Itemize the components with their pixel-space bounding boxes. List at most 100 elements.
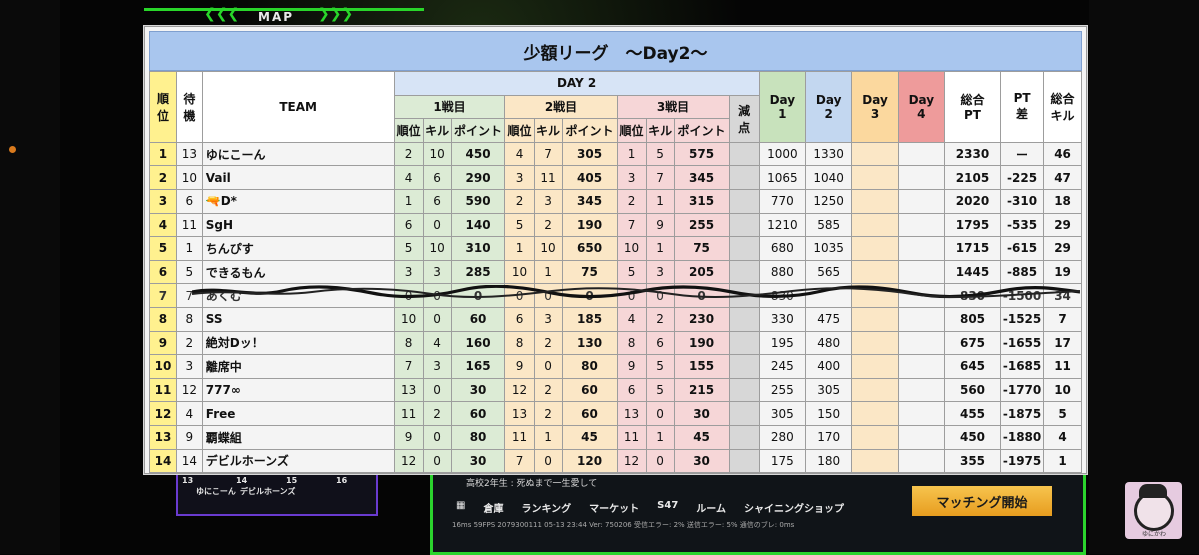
table-row: 6 5 できるもん 3 3 285 10 1 75 5 3 205 880 565 1445 -885 19 — [149, 259, 1082, 285]
cell-day2: 1040 — [805, 165, 853, 190]
cell-total-kill: 10 — [1043, 377, 1082, 403]
header-day: DAY 2 — [393, 71, 760, 96]
scoreboard-title: 少額リーグ 〜Day2〜 — [149, 31, 1082, 71]
menu-grid-icon[interactable]: ▦ — [456, 500, 465, 515]
cell-total-pt: 645 — [943, 354, 1002, 379]
cell-g3-kill: 1 — [645, 236, 675, 261]
cell-g2-kill: 1 — [533, 424, 563, 450]
menu-item-market[interactable]: マーケット — [589, 500, 639, 515]
cell-day2: 480 — [805, 330, 853, 356]
cell-g3-point: 255 — [673, 212, 730, 238]
cell-g3-rank: 13 — [616, 401, 647, 426]
sub-point: ポイント — [450, 118, 506, 143]
cell-total-kill: 34 — [1043, 283, 1082, 308]
cell-total-kill: 5 — [1043, 401, 1082, 426]
team-slot-num: 16 — [336, 476, 348, 485]
cell-wait: 13 — [175, 141, 203, 167]
cell-g3-kill: 0 — [645, 283, 675, 308]
cell-penalty — [728, 330, 760, 356]
cell-g3-rank: 4 — [616, 306, 647, 332]
cell-penalty — [728, 377, 760, 403]
cell-g3-rank: 8 — [616, 330, 647, 356]
team-slot-name[interactable]: ゆにこーん — [196, 486, 236, 497]
cell-total-pt: 450 — [943, 424, 1002, 450]
cell-g3-point: 30 — [673, 448, 730, 474]
cell-g2-rank: 0 — [504, 283, 535, 308]
cell-g1-point: 140 — [450, 212, 506, 238]
header-day2: Day 2 — [805, 71, 853, 143]
cell-day3 — [851, 141, 899, 167]
cell-wait: 4 — [175, 401, 203, 426]
header-game1: 1戦目 — [393, 94, 506, 120]
cell-g3-point: 75 — [673, 236, 730, 261]
cell-total-pt: 560 — [943, 377, 1002, 403]
cell-g1-kill: 0 — [422, 448, 452, 474]
cell-day4 — [897, 424, 946, 450]
menu-item-shop[interactable]: シャイニングショップ — [744, 500, 844, 515]
cell-pt-diff: -1875 — [1000, 401, 1045, 426]
cell-g2-kill: 11 — [533, 165, 563, 190]
cell-total-pt: 675 — [943, 330, 1002, 356]
cell-g1-point: 310 — [450, 236, 506, 261]
cell-rank: 5 — [149, 236, 177, 261]
cell-total-kill: 46 — [1043, 141, 1082, 167]
cell-rank: 13 — [149, 424, 177, 450]
cell-g2-rank: 5 — [504, 212, 535, 238]
network-status: 16ms 59FPS 2079300111 05-13 23:44 Ver: 7… — [452, 521, 795, 529]
score-table: 順 位 待 機 TEAM DAY 2 Day 1 Day 2 Day 3 Day… — [149, 71, 1082, 474]
cell-penalty — [728, 188, 760, 214]
cell-g3-point: 30 — [673, 401, 730, 426]
menu-item-storage[interactable]: 倉庫 — [483, 500, 503, 515]
lobby-menu: ▦ 倉庫 ランキング マーケット S47 ルーム シャイニングショップ — [456, 500, 844, 515]
cell-day4 — [897, 354, 946, 379]
cell-rank: 10 — [149, 354, 177, 379]
right-letterbox — [1089, 0, 1199, 554]
cell-day4 — [897, 236, 946, 261]
sub-kill: キル — [422, 118, 452, 143]
cell-g1-point: 80 — [450, 424, 506, 450]
cell-total-pt: 455 — [943, 401, 1002, 426]
cell-g1-kill: 0 — [422, 424, 452, 450]
cell-g1-point: 590 — [450, 188, 506, 214]
status-dot — [9, 146, 16, 153]
cell-g1-rank: 10 — [393, 306, 424, 332]
cell-g2-point: 120 — [561, 448, 618, 474]
cell-g3-rank: 5 — [616, 259, 647, 285]
menu-item-room[interactable]: ルーム — [696, 500, 726, 515]
cell-rank: 8 — [149, 306, 177, 332]
cell-day4 — [897, 448, 946, 474]
cell-team: SgH — [201, 212, 395, 238]
menu-item-ranking[interactable]: ランキング — [521, 500, 571, 515]
table-row: 7 7 あくむ 0 0 0 0 0 0 0 0 0 830 830 -1500 34 — [149, 283, 1082, 308]
cell-day3 — [851, 424, 899, 450]
cell-total-kill: 7 — [1043, 306, 1082, 332]
cell-g2-rank: 2 — [504, 188, 535, 214]
cell-g3-rank: 7 — [616, 212, 647, 238]
cell-g2-kill: 3 — [533, 188, 563, 214]
cell-pt-diff: -1655 — [1000, 330, 1045, 356]
cell-day4 — [897, 330, 946, 356]
team-slot-name[interactable]: デビルホーンズ — [240, 486, 295, 497]
cell-g1-point: 60 — [450, 306, 506, 332]
cell-penalty — [728, 424, 760, 450]
cell-wait: 2 — [175, 330, 203, 356]
cell-g2-rank: 11 — [504, 424, 535, 450]
cell-day1: 880 — [758, 259, 807, 285]
cell-g3-point: 345 — [673, 165, 730, 190]
sub-rank: 順位 — [616, 118, 647, 143]
cell-day1: 175 — [758, 448, 807, 474]
team-slot-num: 15 — [286, 476, 298, 485]
cell-g3-kill: 5 — [645, 377, 675, 403]
cell-g1-point: 450 — [450, 141, 506, 167]
start-matching-button[interactable]: マッチング開始 — [912, 486, 1052, 516]
cell-g3-kill: 2 — [645, 306, 675, 332]
cell-day2: 180 — [805, 448, 853, 474]
league-scoreboard: 少額リーグ 〜Day2〜 順 位 待 機 TEAM DAY 2 Day 1 Da… — [144, 26, 1087, 474]
cell-g3-kill: 0 — [645, 401, 675, 426]
cell-g3-point: 315 — [673, 188, 730, 214]
cell-team: あくむ — [201, 283, 395, 308]
cell-day4 — [897, 141, 946, 167]
menu-item-season[interactable]: S47 — [657, 500, 678, 515]
cell-day2: 585 — [805, 212, 853, 238]
cell-g1-kill: 4 — [422, 330, 452, 356]
